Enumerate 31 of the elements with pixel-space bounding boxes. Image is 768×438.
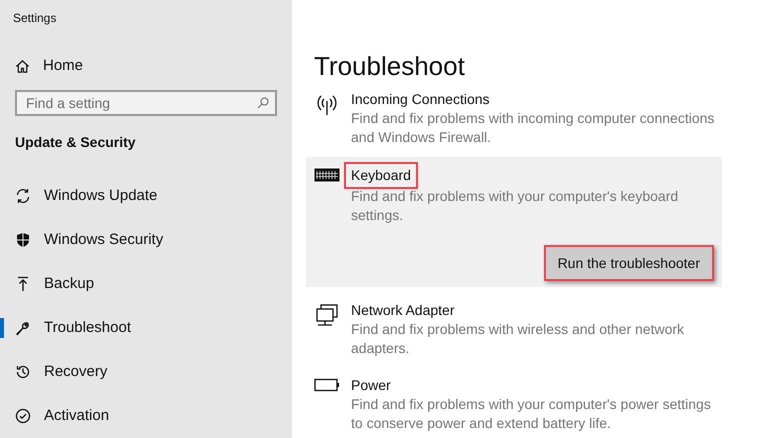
troubleshooter-title: Power (351, 376, 391, 395)
section-heading: Update & Security (14, 133, 137, 152)
troubleshooter-description: Find and fix problems with your computer's keyboard settings. (351, 187, 680, 225)
sync-icon (15, 188, 31, 204)
troubleshooter-description: Find and fix problems with incoming computer connections and Windows Firewall. (351, 109, 716, 147)
nav-item[interactable]: Activation (0, 394, 292, 438)
upload-arrow-icon (15, 276, 31, 292)
check-circle-icon (15, 408, 31, 424)
nav-item[interactable]: Troubleshoot (0, 306, 292, 350)
troubleshooter-title: Incoming Connections (351, 90, 490, 109)
wrench-icon (15, 320, 31, 336)
page-title: Troubleshoot (313, 50, 466, 82)
run-troubleshooter-button[interactable]: Run the troubleshooter (544, 245, 714, 281)
troubleshooter-description: Find and fix problems with your computer's power settings to conserve power and extend battery life. (351, 395, 712, 433)
troubleshooter-card[interactable]: Keyboard Find and fix problems with your computer's keyboard settings. Run the troubleshooter (306, 157, 722, 287)
keyboard-icon (314, 168, 340, 182)
troubleshooter-title: Keyboard (346, 164, 416, 187)
history-icon (15, 364, 31, 380)
nav-item[interactable]: Windows Update (0, 174, 292, 218)
troubleshooter-description: Find and fix problems with wireless and other network adapters. (351, 320, 686, 358)
shield-icon (15, 232, 31, 248)
search-field[interactable]: Find a setting (15, 90, 277, 116)
troubleshooter-title: Network Adapter (351, 301, 454, 320)
battery-icon (314, 378, 340, 392)
nav-item[interactable]: Backup (0, 262, 292, 306)
nav-item[interactable]: Windows Security (0, 218, 292, 262)
home-icon (15, 58, 30, 74)
search-icon (257, 97, 269, 109)
nav-item[interactable]: Recovery (0, 350, 292, 394)
home-link[interactable]: Home (0, 44, 292, 88)
window-title: Settings (12, 10, 58, 27)
